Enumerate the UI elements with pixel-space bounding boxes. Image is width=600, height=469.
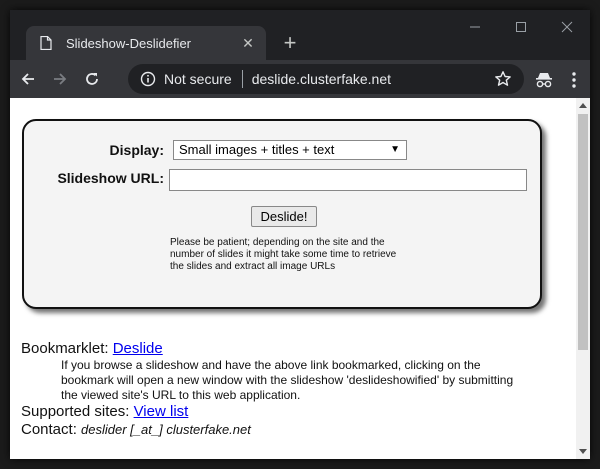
patience-note: Please be patient; depending on the site… (170, 237, 397, 272)
vertical-scrollbar[interactable] (576, 98, 590, 459)
browser-toolbar: Not secure deslide.clusterfake.net (10, 60, 590, 98)
bookmarklet-description: If you browse a slideshow and have the a… (61, 358, 514, 402)
tab-title: Slideshow-Deslidefier (66, 35, 191, 51)
url-text[interactable]: deslide.clusterfake.net (252, 71, 391, 87)
supported-sites-label: Supported sites: (21, 403, 130, 420)
incognito-extension-icon[interactable] (534, 70, 554, 90)
bookmark-star-icon[interactable] (494, 70, 512, 88)
slideshow-url-label: Slideshow URL: (57, 170, 164, 186)
reload-icon[interactable] (78, 65, 106, 93)
info-section: Bookmarklet: Deslide If you browse a sli… (21, 340, 561, 439)
display-selected-value: Small images + titles + text (179, 142, 335, 157)
deslide-button[interactable]: Deslide! (251, 206, 317, 227)
info-icon[interactable] (140, 71, 156, 87)
contact-line: Contact: deslider [_at_] clusterfake.net (21, 421, 561, 439)
close-tab-icon[interactable]: ✕ (240, 35, 256, 51)
dropdown-arrow-icon: ▼ (390, 144, 400, 155)
browser-window: Slideshow-Deslidefier ✕ + Not secure des… (10, 10, 590, 459)
display-select[interactable]: Small images + titles + text ▼ (173, 140, 407, 160)
supported-sites-line: Supported sites: View list (21, 403, 561, 421)
maximize-icon[interactable] (498, 10, 544, 44)
more-menu-icon[interactable] (564, 70, 584, 90)
bookmarklet-label: Bookmarklet: (21, 340, 109, 357)
scrollbar-thumb[interactable] (578, 114, 588, 350)
deslide-form: Display: Small images + titles + text ▼ … (22, 119, 542, 309)
scroll-down-icon[interactable] (576, 445, 590, 459)
page-icon (38, 35, 54, 51)
close-window-icon[interactable] (544, 10, 590, 44)
address-separator (241, 70, 243, 88)
display-label: Display: (109, 142, 164, 158)
new-tab-icon[interactable]: + (278, 32, 302, 56)
back-icon[interactable] (14, 65, 42, 93)
address-bar[interactable]: Not secure deslide.clusterfake.net (128, 64, 524, 94)
contact-value: deslider [_at_] clusterfake.net (81, 422, 251, 437)
bookmarklet-link[interactable]: Deslide (113, 340, 163, 357)
view-list-link[interactable]: View list (134, 403, 189, 420)
tab-slideshow-deslidefier[interactable]: Slideshow-Deslidefier ✕ (26, 26, 266, 60)
contact-label: Contact: (21, 421, 77, 438)
minimize-icon[interactable] (452, 10, 498, 44)
slideshow-url-input[interactable] (169, 169, 527, 191)
security-status[interactable]: Not secure (164, 71, 232, 87)
forward-icon[interactable] (46, 65, 74, 93)
tab-strip: Slideshow-Deslidefier ✕ + (10, 10, 590, 60)
scroll-up-icon[interactable] (576, 98, 590, 112)
page-viewport: Display: Small images + titles + text ▼ … (10, 98, 590, 459)
bookmarklet-line: Bookmarklet: Deslide (21, 340, 561, 358)
